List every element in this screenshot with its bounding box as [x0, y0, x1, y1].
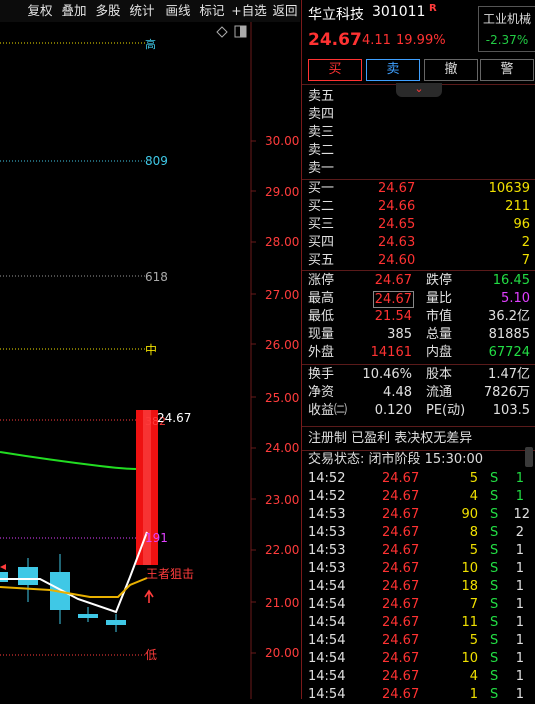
stats-row: 现量 385 总量 81885 [308, 327, 530, 342]
sell-button[interactable]: 卖 [366, 59, 420, 81]
price-tick-label: 22.00 [265, 543, 299, 557]
price-tick-label: 21.00 [265, 596, 299, 610]
ask-row-4[interactable]: 卖四 [302, 106, 534, 124]
industry-name: 工业机械 [482, 12, 531, 26]
tick-row: 14:53 24.67 90 S 12 [308, 507, 530, 522]
stats-row: 涨停 24.67 跌停 16.45 [308, 273, 530, 288]
bid-row-4[interactable]: 买四 24.63 2 [302, 234, 534, 252]
last-price: 24.67 [308, 30, 362, 50]
price-tick-label: 23.00 [265, 493, 299, 507]
tick-row: 14:54 24.67 18 S 1 [308, 579, 524, 594]
toolbar-fuquan-button[interactable]: 复权 [24, 0, 56, 22]
tick-row: 14:53 24.67 8 S 2 [308, 525, 524, 540]
tick-row: 14:54 24.67 1 S 1 [308, 687, 524, 702]
fib-label-191: 191 [145, 531, 168, 545]
candle-bearish-partial [0, 572, 8, 582]
industry-change-pct: -2.37% [485, 33, 529, 47]
buy-button[interactable]: 买 [308, 59, 362, 81]
stock-code: 301011 [372, 4, 426, 20]
toolbar-add-watchlist-button[interactable]: +自选 [230, 0, 268, 22]
toolbar-biaoji-button[interactable]: 标记 [196, 0, 228, 22]
tick-row: 14:52 24.67 5 S 1 [308, 471, 524, 486]
tick-row: 14:54 24.67 10 S 1 [308, 651, 524, 666]
quote-panel: 华立科技 301011 R 工业机械 -2.37% 24.67 4.11 19.… [301, 0, 535, 702]
price-tick-label: 30.00 [265, 134, 299, 148]
tick-row: 14:54 24.67 7 S 1 [308, 597, 524, 612]
toolbar-huaxian-button[interactable]: 画线 [162, 0, 194, 22]
svg-text:高: 高 [145, 37, 156, 51]
tick-list-scrollbar[interactable] [525, 447, 533, 467]
tick-row: 14:53 24.67 5 S 1 [308, 543, 524, 558]
price-tick-label: 28.00 [265, 235, 299, 249]
ask-row-3[interactable]: 卖三 [302, 124, 534, 142]
svg-text:618: 618 [145, 270, 168, 284]
tick-row: 14:54 24.67 5 S 1 [308, 633, 524, 648]
trade-status: 交易状态: 闭市阶段 15:30:00 [308, 452, 484, 467]
stats-row: 外盘 14161 内盘 67724 [308, 345, 530, 360]
tick-row: 14:54 24.67 11 S 1 [308, 615, 524, 630]
bid-row-1[interactable]: 买一 24.67 10639 [302, 180, 534, 198]
tick-row: 14:52 24.67 4 S 1 [308, 489, 524, 504]
stats-row: 净资 4.48 流通 7826万 [308, 385, 530, 400]
tick-row: 14:54 24.67 4 S 1 [308, 669, 524, 684]
price-tick-label: 20.00 [265, 646, 299, 660]
toolbar-diejia-button[interactable]: 叠加 [58, 0, 90, 22]
alert-button[interactable]: 警 [480, 59, 534, 81]
ask-row-2[interactable]: 卖二 [302, 142, 534, 160]
price-tick-label: 26.00 [265, 338, 299, 352]
stats-row: 换手 10.46% 股本 1.47亿 [308, 367, 530, 382]
bid-row-2[interactable]: 买二 24.66 211 [302, 198, 534, 216]
bid-row-5[interactable]: 买五 24.60 7 [302, 252, 534, 270]
svg-text:809: 809 [145, 154, 168, 168]
chart-toolbar: 复权 叠加 多股 统计 画线 标记 +自选 返回 [0, 0, 300, 23]
industry-box[interactable]: 工业机械 -2.37% [478, 6, 535, 52]
stock-name: 华立科技 [308, 7, 364, 23]
toolbar-back-button[interactable]: 返回 [270, 0, 300, 22]
price-tick-label: 24.00 [265, 441, 299, 455]
stats-row: 最高 24.67 量比 5.10 [308, 291, 530, 308]
price-tick-label: 25.00 [265, 391, 299, 405]
toolbar-duogu-button[interactable]: 多股 [92, 0, 124, 22]
bid-row-3[interactable]: 买三 24.65 96 [302, 216, 534, 234]
registration-badge: R [429, 3, 437, 14]
stats-row: 最低 21.54 市值 36.2亿 [308, 309, 530, 324]
svg-text:低: 低 [145, 648, 157, 662]
kline-chart[interactable]: 30.00 29.00 28.00 27.00 26.00 25.00 24.0… [0, 22, 300, 699]
tick-row: 14:53 24.67 10 S 1 [308, 561, 524, 576]
stats-row: 收益㈡ 0.120 PE(动) 103.5 [308, 403, 530, 418]
signal-label: 王者狙击 [146, 567, 194, 581]
cancel-order-button[interactable]: 撤 [424, 59, 478, 81]
listing-notice: 注册制 已盈利 表决权无差异 [308, 431, 473, 446]
price-tick-label: 27.00 [265, 288, 299, 302]
ask-row-1[interactable]: 卖一 [302, 160, 534, 178]
price-change: 4.11 [362, 33, 391, 48]
price-change-pct: 19.99% [396, 33, 446, 48]
ask-row-5[interactable]: 卖五 [302, 88, 534, 106]
svg-text:中: 中 [145, 342, 157, 357]
toolbar-tongji-button[interactable]: 统计 [126, 0, 158, 22]
last-price-label: 24.67 [157, 411, 191, 425]
price-tick-label: 29.00 [265, 185, 299, 199]
